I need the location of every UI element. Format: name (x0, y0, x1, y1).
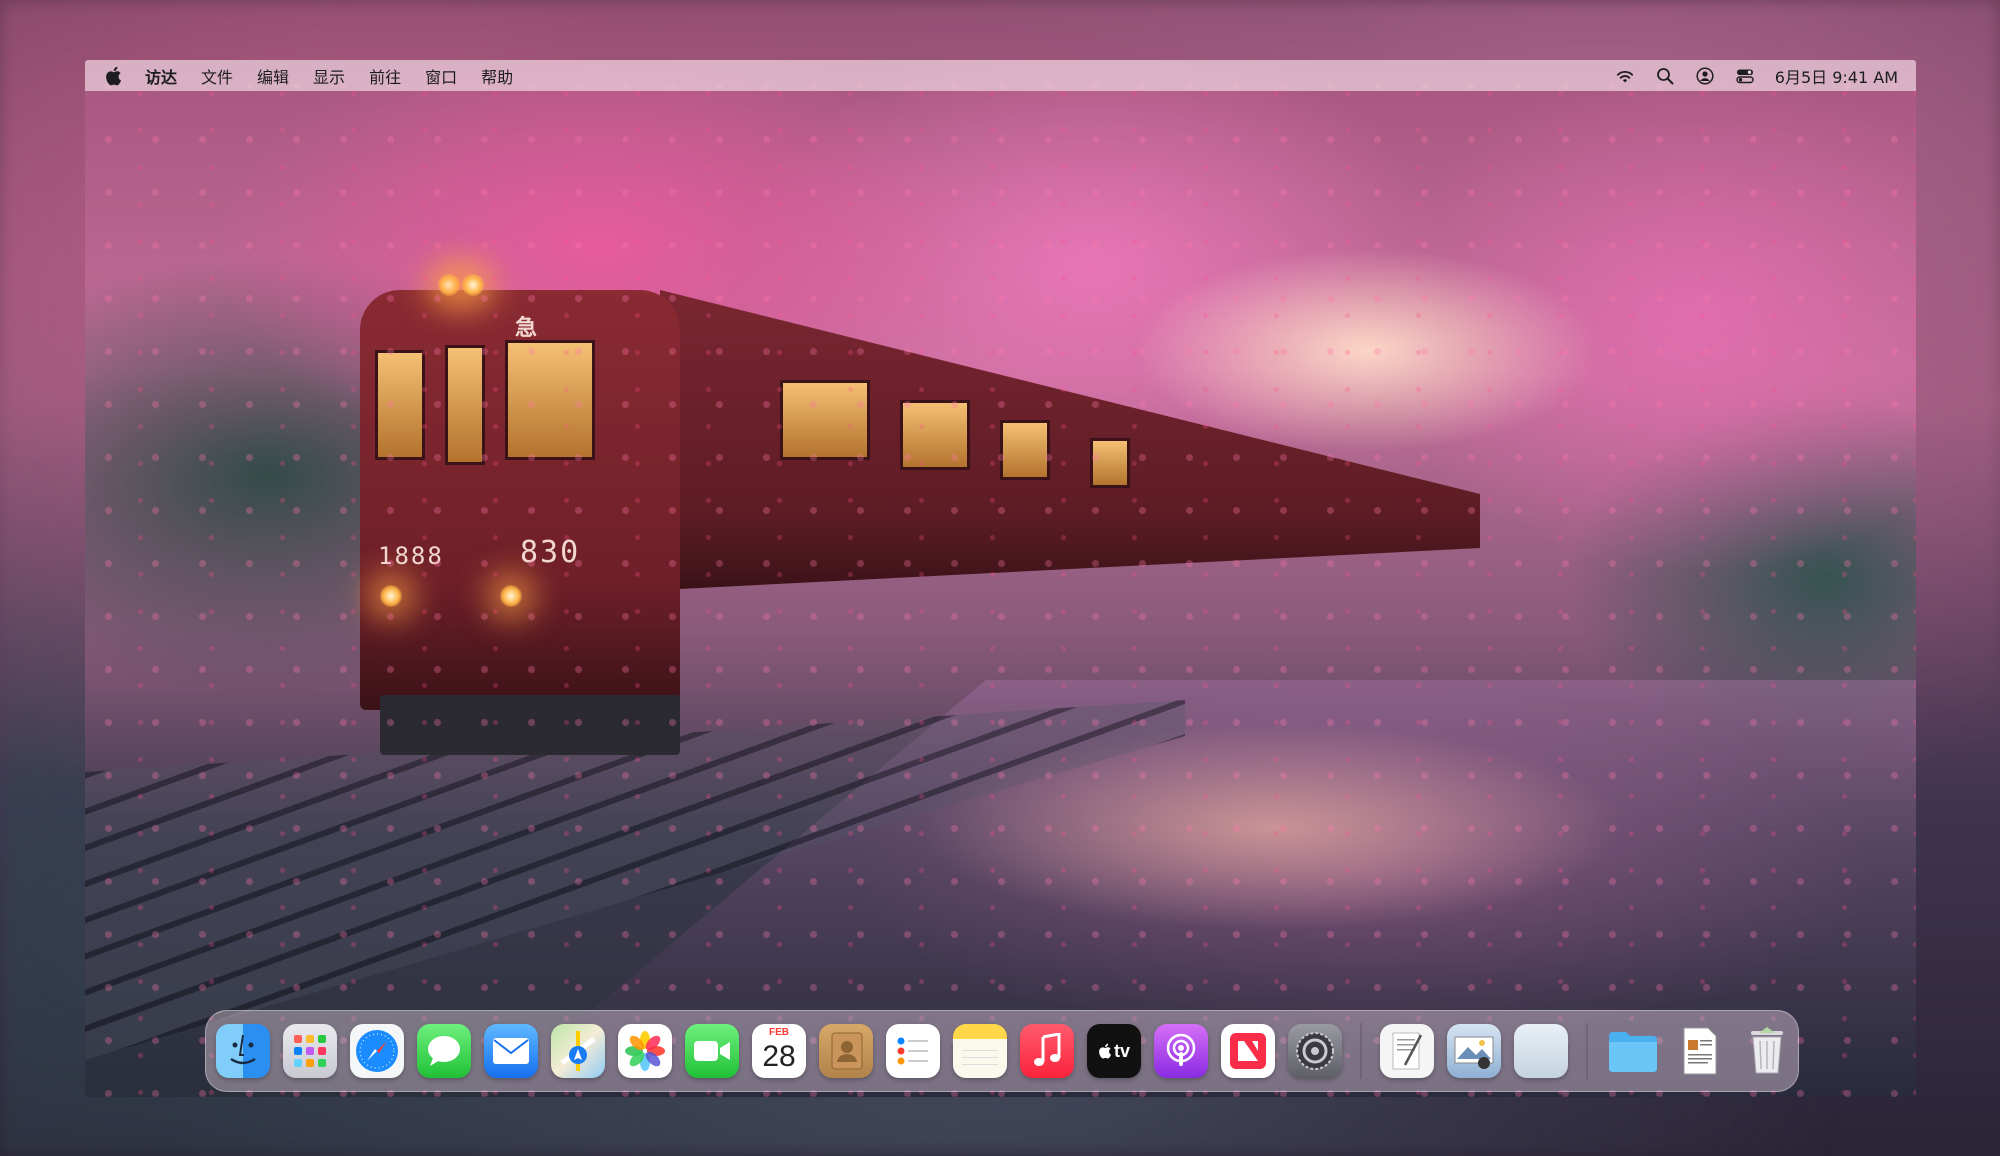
menu-app-name[interactable]: 访达 (145, 64, 177, 88)
dock: FEB 28 tv (205, 1010, 1799, 1092)
reminders-icon[interactable] (886, 1024, 940, 1078)
calendar-month: FEB (769, 1027, 789, 1038)
train-headlight (380, 585, 402, 607)
tv-label: tv (1113, 1040, 1130, 1061)
dock-separator (1586, 1023, 1588, 1079)
facetime-icon[interactable] (685, 1024, 739, 1078)
safari-icon[interactable] (350, 1024, 404, 1078)
calendar-icon[interactable]: FEB 28 (752, 1024, 806, 1078)
train-window (900, 400, 970, 470)
blank-window-icon[interactable] (1514, 1024, 1568, 1078)
train-window (1000, 420, 1050, 480)
train-side-number: 1888 (378, 542, 444, 570)
train-window (375, 350, 425, 460)
train-front-number: 830 (520, 535, 581, 570)
menu-help[interactable]: 帮助 (481, 64, 513, 88)
notes-icon[interactable] (953, 1024, 1007, 1078)
train-window (1090, 438, 1130, 488)
trash-icon[interactable] (1740, 1024, 1794, 1078)
user-account-icon[interactable] (1695, 66, 1715, 86)
textedit-icon[interactable] (1380, 1024, 1434, 1078)
finder-icon[interactable] (216, 1024, 270, 1078)
document-icon[interactable] (1673, 1024, 1727, 1078)
tv-icon[interactable]: tv (1087, 1024, 1141, 1078)
train-window (445, 345, 485, 465)
apple-menu-icon[interactable] (103, 66, 123, 86)
folder-icon[interactable] (1606, 1024, 1660, 1078)
train-headlight (462, 274, 484, 296)
podcasts-icon[interactable] (1154, 1024, 1208, 1078)
status-area: 6月5日 9:41 AM (1615, 64, 1898, 88)
menu-file[interactable]: 文件 (201, 64, 233, 88)
wifi-icon[interactable] (1615, 66, 1635, 86)
menu-go[interactable]: 前往 (369, 64, 401, 88)
control-center-icon[interactable] (1735, 66, 1755, 86)
menu-view[interactable]: 显示 (313, 64, 345, 88)
dock-separator (1360, 1023, 1362, 1079)
spotlight-search-icon[interactable] (1655, 66, 1675, 86)
train-headlight (500, 585, 522, 607)
train-window (505, 340, 595, 460)
music-icon[interactable] (1020, 1024, 1074, 1078)
train-headlight (438, 274, 460, 296)
settings-icon[interactable] (1288, 1024, 1342, 1078)
maps-icon[interactable] (551, 1024, 605, 1078)
train-undercarriage (380, 695, 680, 755)
contacts-icon[interactable] (819, 1024, 873, 1078)
mail-icon[interactable] (484, 1024, 538, 1078)
wallpaper-train: 830 1888 急 (360, 270, 1480, 770)
messages-icon[interactable] (417, 1024, 471, 1078)
menu-edit[interactable]: 编辑 (257, 64, 289, 88)
news-icon[interactable] (1221, 1024, 1275, 1078)
menu-clock[interactable]: 6月5日 9:41 AM (1775, 64, 1898, 88)
train-headsign: 急 (515, 316, 540, 341)
desktop-screen: 830 1888 急 访达 文件 编辑 显示 前往 窗口 帮助 6月5日 9:4… (85, 60, 1916, 1097)
photos-icon[interactable] (618, 1024, 672, 1078)
menu-bar: 访达 文件 编辑 显示 前往 窗口 帮助 6月5日 9:41 AM (85, 60, 1916, 91)
train-window (780, 380, 870, 460)
calendar-day: 28 (762, 1040, 796, 1073)
preview-icon[interactable] (1447, 1024, 1501, 1078)
launchpad-icon[interactable] (283, 1024, 337, 1078)
menu-window[interactable]: 窗口 (425, 64, 457, 88)
